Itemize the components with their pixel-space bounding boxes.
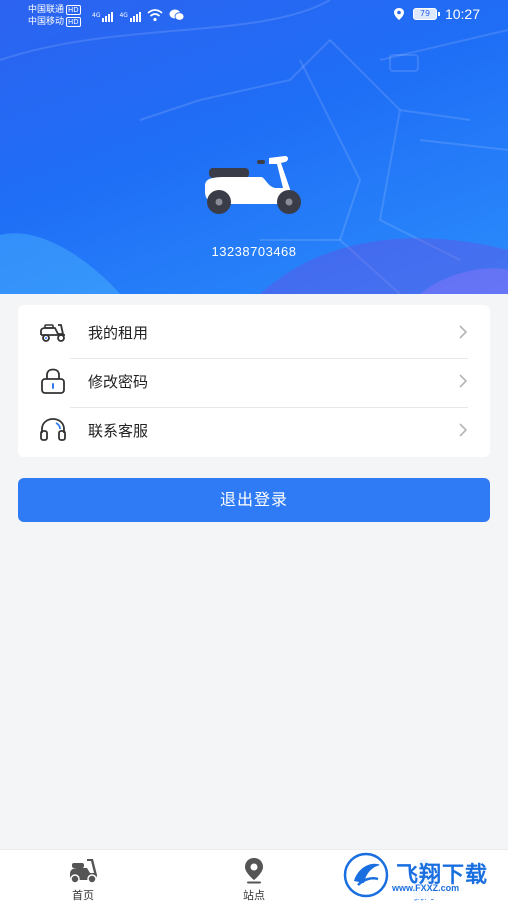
hd-badge: HD	[66, 17, 81, 27]
status-bar: 中国联通 HD 中国移动 HD 4G 4G 79 10:27	[0, 0, 508, 34]
user-phone: 13238703468	[211, 244, 297, 259]
chevron-right-icon	[459, 325, 468, 339]
hd-badge: HD	[66, 5, 81, 15]
watermark: 飞翔下载 www.FXXZ.com	[342, 851, 500, 899]
tab-stations[interactable]: 站点	[214, 856, 294, 903]
tab-label: 首页	[72, 889, 94, 902]
signal-icon: 4G	[92, 12, 114, 22]
menu-item-label: 联系客服	[88, 421, 149, 440]
watermark-url: www.FXXZ.com	[392, 883, 460, 893]
headset-icon	[40, 418, 66, 441]
menu-item-contact-support[interactable]: 联系客服	[18, 405, 490, 455]
location-pin-icon	[245, 858, 263, 884]
menu-card: 我的租用 修改密码 联系客服	[18, 305, 490, 457]
carrier-2: 中国移动	[28, 17, 65, 27]
battery-icon: 79	[412, 8, 440, 20]
carrier-info: 中国联通 HD 中国移动 HD	[28, 4, 81, 28]
logout-button[interactable]: 退出登录	[18, 478, 490, 522]
chevron-right-icon	[459, 374, 468, 388]
right-status: 79 10:27	[393, 6, 480, 22]
scooter-outline-icon	[40, 324, 65, 342]
lock-icon	[41, 368, 65, 394]
tab-label: 站点	[243, 889, 265, 902]
signal-indicators: 4G 4G	[92, 8, 185, 22]
menu-item-change-password[interactable]: 修改密码	[18, 356, 490, 406]
wechat-icon	[169, 9, 185, 21]
menu-item-my-rentals[interactable]: 我的租用	[18, 307, 490, 357]
menu-item-label: 我的租用	[88, 323, 149, 342]
location-icon	[393, 8, 404, 20]
menu-item-label: 修改密码	[88, 372, 149, 391]
scooter-icon	[70, 859, 97, 884]
profile-header: 中国联通 HD 中国移动 HD 4G 4G 79 10:27 132387034…	[0, 0, 508, 294]
signal-icon: 4G	[119, 12, 141, 22]
tab-home[interactable]: 首页	[43, 856, 123, 903]
clock: 10:27	[444, 6, 480, 22]
wifi-icon	[147, 9, 163, 22]
chevron-right-icon	[459, 423, 468, 437]
carrier-1: 中国联通	[28, 5, 65, 15]
scooter-icon	[205, 156, 301, 214]
